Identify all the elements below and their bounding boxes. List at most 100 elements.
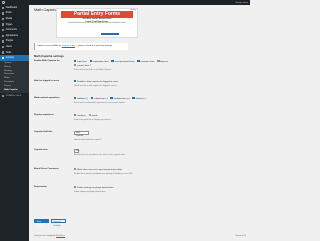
option-division[interactable]: division (÷) (132, 97, 147, 100)
row-label: Display captcha as (34, 114, 54, 116)
sidebar-item-label: Pages (5, 23, 13, 26)
sidebar-item-label: Comments (5, 29, 17, 32)
notice-rest: — please activate it to use these settin… (75, 44, 113, 47)
row-description: Enter the time (in seconds) a user has t… (74, 153, 126, 156)
option-subtraction[interactable]: subtraction (-) (91, 97, 108, 100)
option-block-direct-comments[interactable]: Block direct access to wp-comments-post.… (74, 168, 123, 171)
row-description: Enable this to prevent spambots from pos… (74, 172, 134, 175)
row-label: Block Direct Comments (34, 168, 59, 170)
submenu-item-math-captcha[interactable]: Math Captcha (0, 89, 29, 93)
admin-sidebar: Dashboard Posts Media Pages Comments App… (0, 5, 29, 241)
option-comment-form[interactable]: comment form (137, 60, 155, 63)
row-label: Captcha field title (34, 131, 53, 133)
row-control: 300 Enter the time (in seconds) a user h… (74, 149, 239, 156)
user-icon (2, 45, 5, 49)
comment-icon (2, 28, 5, 32)
option-label: addition (+) (77, 98, 89, 100)
collapse-icon (2, 94, 5, 98)
checkbox[interactable] (132, 97, 135, 100)
sidebar-item-label: Settings (5, 57, 15, 60)
admin-bar: Howdy, admin (0, 0, 250, 5)
option-label: division (÷) (135, 98, 147, 100)
row-description: Select which mathematical operations to … (74, 101, 126, 104)
option-label: login form (77, 61, 87, 63)
row-label: Captcha time (34, 149, 48, 151)
row-control: Enable to hide captcha for logged in use… (74, 80, 239, 87)
plugin-icon (2, 40, 5, 43)
collapse-menu-button[interactable]: Collapse menu (0, 93, 29, 99)
row-control: Delete settings on plugin deactivation. … (74, 186, 239, 193)
sidebar-item-label: Media (5, 17, 13, 20)
save-changes-button[interactable]: Save Changes (34, 219, 49, 227)
option-multiplication[interactable]: multiplication (×) (110, 97, 130, 100)
footer-wordpress-link[interactable]: WordPress (56, 235, 65, 237)
banner-description: Capture partial form entries and recover… (67, 23, 127, 25)
settings-section-title: Math Captcha settings (34, 54, 64, 58)
checkbox[interactable] (89, 60, 92, 63)
promo-banner[interactable]: Partial Entry Forms Get More Leads, Reco… (56, 8, 138, 38)
admin-greeting[interactable]: Howdy, admin (235, 2, 248, 4)
option-words[interactable]: words (88, 114, 98, 117)
banner-brand-badge: dfactory (130, 10, 136, 11)
row-description: How to entitle field with captcha? (74, 139, 102, 142)
banner-cta-button[interactable] (101, 32, 119, 36)
row-description: Select how you'd like to display you cap… (74, 118, 112, 121)
dashboard-icon (2, 6, 5, 9)
row-control: login form registration form reset passw… (74, 60, 239, 71)
row-description: Would you like to hide captcha for logge… (74, 84, 117, 87)
row-label: Hide for logged in users (34, 80, 60, 82)
option-label: words (91, 115, 98, 117)
row-control: addition (+) subtraction (-) multiplicat… (74, 97, 239, 104)
row-description: Select where you'd like to use Math Capt… (74, 68, 112, 71)
option-label: contact form 7 (77, 65, 92, 67)
captcha-time-input[interactable]: 300 (74, 149, 79, 153)
option-contact-form-7[interactable]: contact form 7 (74, 64, 92, 67)
media-icon (2, 17, 5, 21)
sidebar-item-label: Posts (5, 12, 12, 15)
checkbox[interactable] (110, 97, 113, 100)
option-reset-password-form[interactable]: reset password form (111, 60, 134, 63)
footer-text: Thank you for creating with WordPress (34, 235, 65, 237)
wrench-icon (2, 51, 5, 54)
option-label: numbers (77, 115, 86, 117)
footer-thanks: Thank you for creating with (34, 235, 57, 237)
captcha-title-input[interactable]: Math Captcha (74, 131, 89, 137)
option-login-form[interactable]: login form (74, 60, 87, 63)
option-label: Delete settings on plugin deactivation. (77, 187, 115, 189)
row-label: Mathematical operations (34, 97, 60, 99)
option-numbers[interactable]: numbers (74, 114, 86, 117)
row-control: Block direct access to wp-comments-post.… (74, 168, 239, 175)
row-label: Enable Math Captcha for (34, 60, 60, 62)
option-label: comment form (140, 61, 155, 63)
option-label: Block direct access to wp-comments-post.… (77, 169, 123, 171)
option-delete-on-deactivation[interactable]: Delete settings on plugin deactivation. (74, 186, 115, 189)
sidebar-item-label: Users (5, 45, 12, 48)
settings-icon (2, 56, 5, 60)
option-bbpress[interactable]: bbpress (157, 60, 169, 63)
row-description: Delete settings on plugin deactivation. (74, 190, 106, 193)
page-icon (2, 23, 5, 26)
option-label: registration form (92, 61, 109, 63)
row-control: numbers words Select how you'd like to d… (74, 114, 239, 121)
option-addition[interactable]: addition (+) (74, 97, 89, 100)
wordpress-version: Version 6.4.2 (235, 235, 247, 237)
settings-submenu: General Writing Reading Discussion Media… (0, 60, 29, 94)
reset-defaults-button[interactable]: Reset to defaults (51, 219, 66, 227)
wordpress-logo-icon[interactable] (2, 1, 5, 4)
sidebar-item-label: Appearance (5, 34, 19, 37)
option-label: bbpress (160, 61, 169, 63)
brush-icon (2, 34, 5, 37)
option-hide-logged-in[interactable]: Enable to hide captcha for logged in use… (74, 80, 119, 83)
collapse-label: Collapse menu (5, 95, 22, 98)
notice-link[interactable]: Captcha plugin (62, 45, 75, 47)
option-label: Enable to hide captcha for logged in use… (77, 81, 119, 83)
row-control: Math Captcha How to entitle field with c… (74, 131, 239, 142)
sidebar-item-label: Plugins (5, 40, 14, 43)
option-label: subtraction (-) (94, 98, 108, 100)
option-registration-form[interactable]: registration form (89, 60, 109, 63)
checkbox[interactable] (111, 60, 114, 63)
sidebar-item-label: Tools (5, 51, 12, 54)
radio-button[interactable] (88, 114, 91, 117)
notice-text: Captcha is not available for (37, 44, 62, 47)
info-notice: Captcha is not available for Captcha plu… (34, 43, 128, 50)
